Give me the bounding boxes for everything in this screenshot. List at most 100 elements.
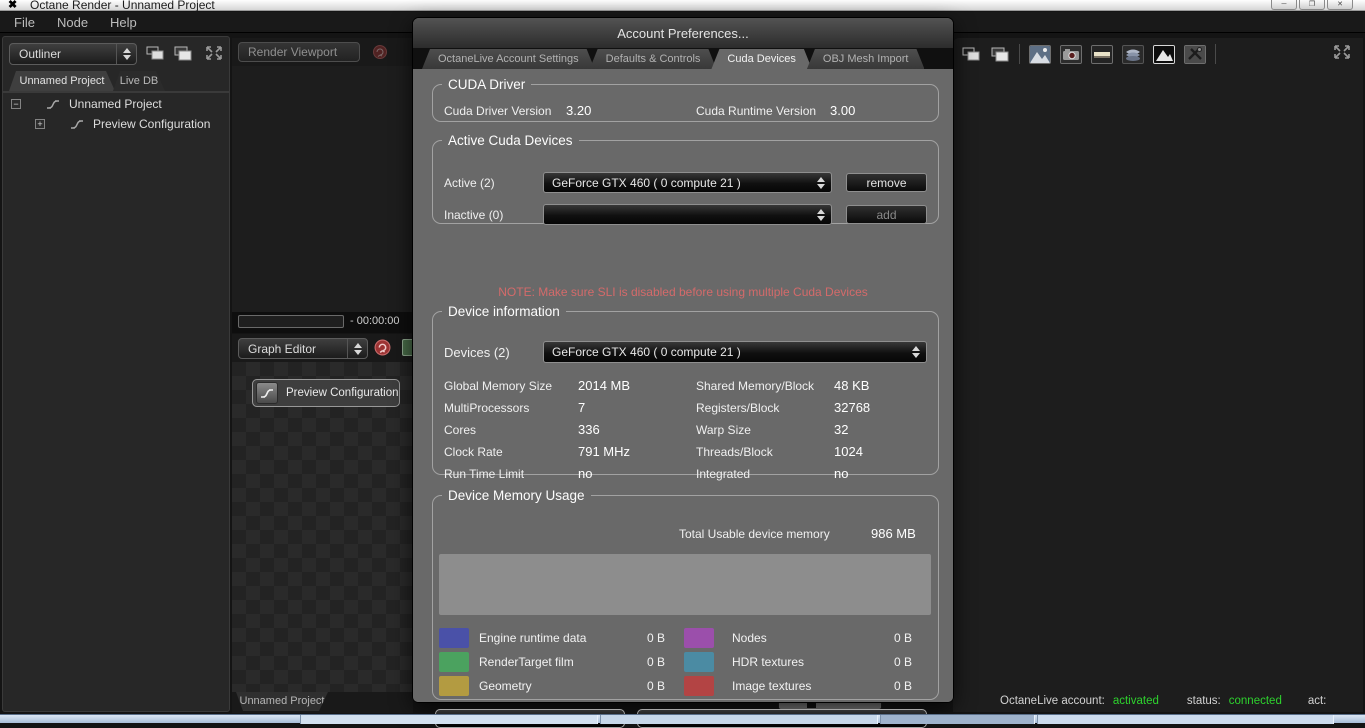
device-info-value: GeForce GTX 460 ( 0 compute 21 ) (552, 345, 741, 359)
info-label: Warp Size (696, 423, 751, 437)
viewport-header: Render Viewport (232, 38, 413, 66)
device-info-select[interactable]: GeForce GTX 460 ( 0 compute 21 ) (543, 341, 927, 363)
connection-label: status: (1186, 695, 1221, 707)
tab-cuda-devices[interactable]: Cuda Devices (711, 49, 811, 69)
new-node-icon[interactable] (402, 339, 412, 356)
memory-item-label: HDR textures (732, 655, 805, 669)
tree-row-child[interactable]: + Preview Configuration (35, 117, 210, 131)
info-label: Threads/Block (696, 445, 773, 459)
outliner-tab-livedb[interactable]: Live DB (113, 71, 165, 91)
device-memory-usage-legend: Device Memory Usage (448, 488, 585, 503)
app-logo-icon: ✖ (8, 0, 18, 11)
memory-usage-bar (439, 554, 931, 615)
graph-editor-mode-select[interactable]: Graph Editor (238, 338, 368, 359)
total-memory-value: 986 MB (871, 526, 916, 541)
spinner-icon[interactable] (347, 339, 367, 358)
tab-octanelive-account-settings[interactable]: OctaneLive Account Settings (422, 49, 595, 69)
tab-defaults-controls[interactable]: Defaults & Controls (590, 49, 717, 69)
window-cascade-icon[interactable] (145, 45, 165, 61)
os-taskbar (0, 714, 1365, 724)
render-viewport[interactable] (232, 66, 413, 312)
collapse-icon[interactable]: − (11, 99, 21, 109)
tree-row-root[interactable]: − Unnamed Project (11, 97, 162, 111)
account-preferences-dialog: Account Preferences... OctaneLive Accoun… (413, 18, 953, 728)
toolbar-separator (1019, 44, 1020, 64)
menu-help[interactable]: Help (110, 15, 137, 30)
info-label: MultiProcessors (444, 401, 530, 415)
memory-item-label: Nodes (732, 631, 767, 645)
image-textures-swatch (684, 676, 714, 696)
viewport-title-button[interactable]: Render Viewport (238, 42, 360, 62)
info-value: no (578, 466, 593, 481)
total-memory-label: Total Usable device memory (679, 527, 830, 541)
tonemap-icon[interactable] (1153, 44, 1175, 64)
spinner-icon[interactable] (811, 173, 831, 192)
window-tile-icon[interactable] (990, 46, 1010, 62)
settings-tools-icon[interactable] (1184, 44, 1206, 64)
inactive-count-label: Inactive (0) (444, 208, 504, 222)
rendertarget-swatch (439, 652, 469, 672)
info-label: Clock Rate (444, 445, 503, 459)
info-value: 48 KB (834, 378, 870, 393)
runtime-version-label: Cuda Runtime Version (696, 104, 817, 118)
render-timer: - 00:00:00 (350, 315, 400, 327)
expand-icon[interactable]: + (35, 119, 45, 129)
expand-panel-icon[interactable] (1333, 44, 1351, 60)
graph-bottom-tab[interactable]: Unnamed Project (236, 692, 328, 711)
spinner-icon[interactable] (811, 205, 831, 224)
remove-device-button[interactable]: remove (846, 173, 927, 192)
add-device-button[interactable]: add (846, 205, 927, 224)
minimize-button[interactable]: ─ (1271, 0, 1297, 10)
active-count-label: Active (2) (444, 176, 495, 190)
memory-item-value: 0 B (893, 655, 912, 669)
nodes-swatch (684, 628, 714, 648)
geometry-swatch (439, 676, 469, 696)
expand-panel-icon[interactable] (205, 45, 223, 61)
window-cascade-icon[interactable] (961, 46, 981, 62)
memory-item-value: 0 B (646, 631, 665, 645)
save-render-icon[interactable] (1029, 44, 1051, 64)
spinner-icon[interactable] (116, 44, 136, 64)
divider (3, 91, 229, 93)
graph-node-preview-configuration[interactable]: Preview Configuration (252, 379, 400, 407)
menu-file[interactable]: File (14, 15, 35, 30)
active-device-select[interactable]: GeForce GTX 460 ( 0 compute 21 ) (543, 172, 832, 193)
snapshot-camera-icon[interactable] (1060, 44, 1082, 64)
outliner-panel: Outliner Unnamed Project Live DB − Unnam… (2, 36, 230, 712)
restore-button[interactable]: ❐ (1299, 0, 1325, 10)
device-information-group: Device information Devices (2) GeForce G… (432, 304, 939, 481)
driver-version-label: Cuda Driver Version (444, 104, 552, 118)
dialog-tab-bar: OctaneLive Account Settings Defaults & C… (413, 48, 953, 69)
account-status-value: activated (1112, 695, 1159, 707)
graph-editor-header: Graph Editor (232, 334, 413, 362)
window-tile-icon[interactable] (173, 45, 193, 61)
node-icon (47, 99, 59, 109)
spinner-icon[interactable] (906, 342, 926, 362)
memory-item-label: Geometry (479, 679, 532, 693)
menu-node[interactable]: Node (57, 15, 88, 30)
active-cuda-devices-group: Active Cuda Devices Active (2) GeForce G… (432, 133, 939, 225)
graph-editor-canvas[interactable]: Preview Configuration (232, 362, 413, 692)
close-button[interactable]: ✕ (1327, 0, 1353, 10)
dialog-title[interactable]: Account Preferences... (413, 18, 953, 48)
material-preview-icon[interactable] (1122, 44, 1144, 64)
outliner-mode-select[interactable]: Outliner (9, 43, 137, 65)
memory-item-value: 0 B (893, 679, 912, 693)
runtime-version-value: 3.00 (830, 103, 856, 118)
sli-note-text: NOTE: Make sure SLI is disabled before u… (498, 285, 868, 299)
outliner-tab-project[interactable]: Unnamed Project (9, 71, 115, 91)
info-label: Cores (444, 423, 477, 437)
tree-child-label: Preview Configuration (93, 117, 211, 131)
memory-item-value: 0 B (646, 655, 665, 669)
tab-obj-mesh-import[interactable]: OBJ Mesh Import (807, 49, 925, 69)
viewport-progress-row: - 00:00:00 (232, 312, 413, 333)
connection-value: connected (1228, 695, 1282, 707)
levels-icon[interactable] (1091, 44, 1113, 64)
inactive-device-select[interactable] (543, 204, 832, 225)
restart-render-icon[interactable] (372, 44, 388, 60)
memory-item-label: Engine runtime data (479, 631, 587, 645)
active-device-value: GeForce GTX 460 ( 0 compute 21 ) (552, 175, 741, 190)
info-value: 2014 MB (578, 378, 631, 393)
restart-render-icon[interactable] (374, 339, 391, 356)
render-progress-bar (238, 315, 344, 328)
